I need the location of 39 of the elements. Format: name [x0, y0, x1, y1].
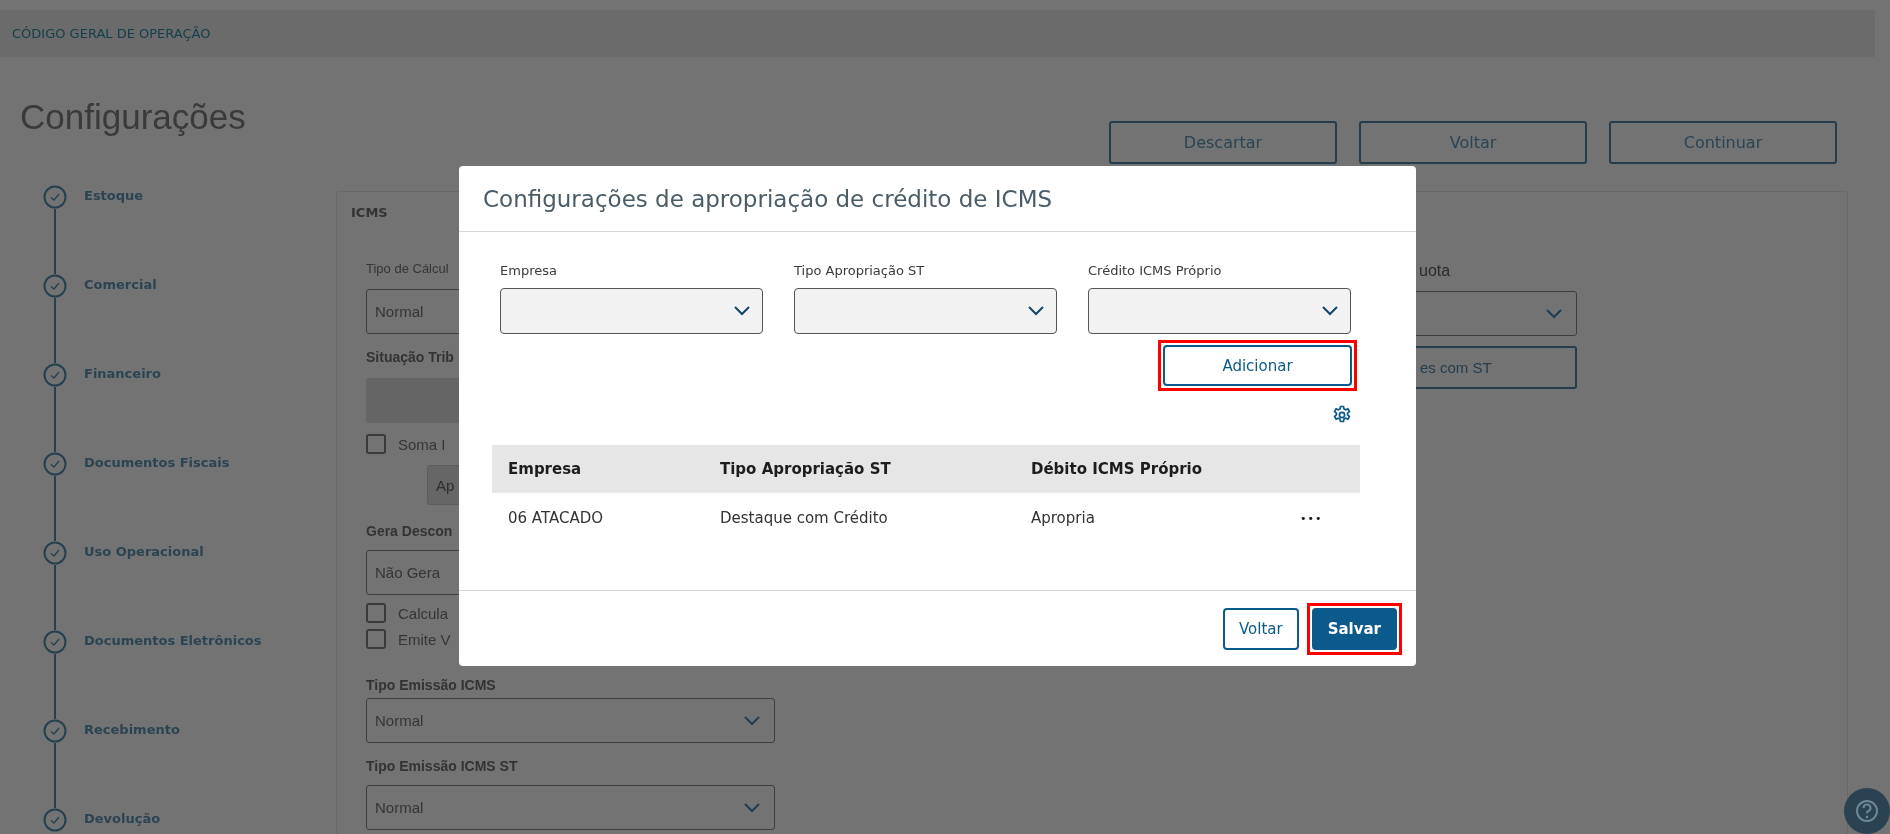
field-label: Tipo de Cálcul — [366, 260, 449, 278]
step-label[interactable]: Documentos Eletrônicos — [84, 633, 262, 719]
more-options-button[interactable]: ••• — [1300, 511, 1360, 525]
step-label[interactable]: Uso Operacional — [84, 544, 204, 630]
step-label[interactable]: Devolução — [84, 811, 161, 834]
step-label[interactable]: Estoque — [84, 188, 144, 274]
field-label: Situação Trib — [366, 348, 454, 367]
field-label: Tipo Apropriação ST — [794, 263, 926, 278]
panel-title: ICMS — [351, 205, 389, 220]
checkbox-label: Emite V — [398, 630, 451, 648]
field-label: Tipo Emissão ICMS — [366, 676, 496, 695]
field-label: Tipo Emissão ICMS ST — [366, 757, 518, 776]
step-label[interactable]: Recebimento — [84, 722, 180, 808]
step-label[interactable]: Financeiro — [84, 366, 161, 452]
dialog-title: Configurações de apropriação de crédito de ICMS — [483, 185, 1053, 212]
field-label: Empresa — [500, 263, 558, 278]
table-cell-text: Apropria — [1031, 509, 1096, 527]
field-label: uota — [1418, 261, 1451, 281]
field-label: Crédito ICMS Próprio — [1088, 263, 1223, 278]
column-header: Empresa — [508, 460, 583, 478]
column-header: Débito ICMS Próprio — [1031, 460, 1204, 478]
save-button[interactable]: Salvar — [1311, 607, 1397, 650]
field-label: Gera Descon — [366, 522, 453, 541]
back-button[interactable]: Voltar — [1222, 607, 1299, 650]
action-button[interactable]: Voltar — [1359, 121, 1587, 164]
table-cell-text: Destaque com Crédito — [720, 509, 889, 527]
step-label[interactable]: Comercial — [84, 277, 157, 363]
checkbox-label: Calcula — [398, 604, 449, 622]
table-cell-text: 06 ATACADO — [508, 509, 605, 527]
step-label[interactable]: Documentos Fiscais — [84, 455, 230, 541]
checkbox-label: Soma I — [398, 435, 446, 453]
column-header: Tipo Apropriação ST — [720, 460, 892, 478]
select-field[interactable]: Normal — [366, 785, 775, 830]
select-field[interactable]: Normal — [366, 698, 775, 743]
add-button[interactable]: Adicionar — [1163, 345, 1352, 386]
action-button[interactable]: Continuar — [1609, 121, 1837, 164]
breadcrumb[interactable]: CÓDIGO GERAL DE OPERAÇÃO — [12, 26, 211, 41]
page-title: Configurações — [20, 97, 246, 137]
action-button[interactable]: Descartar — [1109, 121, 1337, 164]
